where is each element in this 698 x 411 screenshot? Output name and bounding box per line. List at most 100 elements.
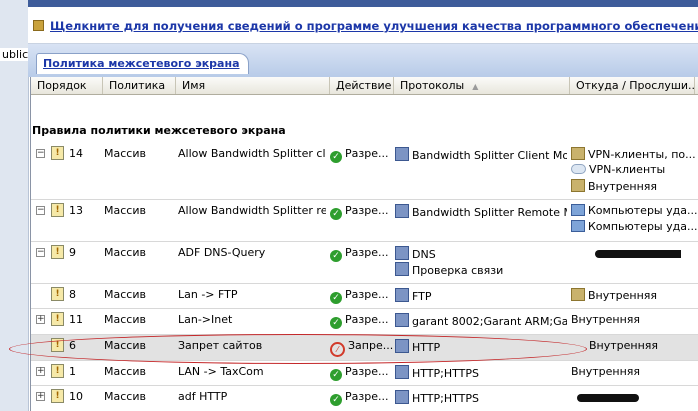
collapse-icon[interactable]: − [36, 149, 45, 158]
protocol-icon [395, 262, 409, 276]
row-name: LAN -> TaxCom [178, 365, 264, 378]
rule-icon: ! [51, 146, 64, 160]
table-row-selected[interactable]: ! 6 Массив Запрет сайтов ⁄ Запре... HTTP … [31, 335, 698, 361]
row-policy: Массив [104, 246, 146, 259]
row-protocols: HTTP;HTTPS [395, 365, 567, 380]
row-policy: Массив [104, 313, 146, 326]
ceip-info-link[interactable]: Щелкните для получения сведений о програ… [50, 19, 698, 33]
column-header-from[interactable]: Откуда / Прослуши... [570, 77, 695, 94]
info-icon [33, 20, 44, 31]
table-row[interactable]: + ! 1 Массив LAN -> TaxCom ✓ Разре... HTT… [31, 361, 698, 386]
protocol-icon [395, 390, 409, 404]
rule-icon: ! [51, 245, 64, 259]
row-protocols: FTP [395, 288, 567, 303]
row-protocols: HTTP;HTTPS [395, 390, 567, 405]
allow-icon: ✓ [330, 394, 342, 406]
tab-firewall-policy-label: Политика межсетевого экрана [43, 57, 240, 70]
row-action-label: Разре... [345, 365, 389, 378]
row-action-label: Разре... [345, 147, 389, 160]
group-title: Правила политики межсетевого экрана [32, 124, 286, 137]
row-protocols: garant 8002;Garant ARM;Gar... [395, 313, 567, 328]
rule-icon: ! [51, 338, 64, 352]
row-action: ✓ Разре... [330, 246, 388, 262]
row-protocol-label: DNS [412, 248, 436, 261]
column-header-protocols-label: Протоколы [400, 79, 465, 92]
row-action-label: Разре... [345, 313, 389, 326]
table-row[interactable]: + ! 11 Массив Lan->Inet ✓ Разре... garant… [31, 309, 698, 335]
tab-firewall-policy[interactable]: Политика межсетевого экрана [36, 53, 249, 74]
table-row[interactable]: ! 8 Массив Lan -> FTP ✓ Разре... FTP Внут… [31, 284, 698, 309]
row-protocols: Bandwidth Splitter Remote M... [395, 204, 567, 219]
row-protocol-label: HTTP [412, 341, 441, 354]
allow-icon: ✓ [330, 250, 342, 262]
network-icon [571, 179, 585, 192]
column-header-action[interactable]: Действие [330, 77, 394, 94]
table-row[interactable]: − ! 9 Массив ADF DNS-Query ✓ Разре... DNS… [31, 242, 698, 284]
rule-icon: ! [51, 389, 64, 403]
protocol-icon [395, 339, 409, 353]
row-protocols: DNS Проверка связи [395, 246, 567, 278]
row-order: 8 [69, 288, 76, 301]
grid-header: Порядок Политика Имя Действие Протоколы ▲… [31, 77, 698, 95]
row-name: Allow Bandwidth Splitter rem... [178, 204, 326, 217]
row-from-label: Внутренняя [588, 180, 658, 193]
protocol-icon [395, 313, 409, 327]
sort-ascending-icon: ▲ [472, 82, 479, 91]
row-protocols: Bandwidth Splitter Client Moni... [395, 147, 567, 162]
row-protocol-label: HTTP;HTTPS [412, 367, 479, 380]
protocol-icon [395, 204, 409, 218]
row-protocols: HTTP [395, 339, 567, 354]
row-action: ✓ Разре... [330, 204, 388, 220]
row-protocol-label: Bandwidth Splitter Client Moni... [412, 149, 567, 162]
collapse-icon[interactable]: − [36, 248, 45, 257]
row-from-redacted [571, 249, 681, 262]
remote-computers-icon [571, 204, 585, 216]
row-from: Компьютеры уда... Компьютеры уда... [571, 204, 698, 236]
allow-icon: ✓ [330, 317, 342, 329]
remote-computers-icon [571, 220, 585, 232]
row-action-label: Запре... [348, 339, 394, 352]
info-bar: Щелкните для получения сведений о програ… [28, 7, 698, 44]
vpn-clients-icon [571, 164, 586, 174]
row-from-label: Внутренняя [588, 289, 658, 302]
protocol-icon [395, 365, 409, 379]
row-action-label: Разре... [345, 246, 389, 259]
row-order: 10 [69, 390, 83, 403]
row-from: VPN-клиенты, по... VPN-клиенты Внутрення… [571, 147, 698, 195]
table-row[interactable]: + ! 10 Массив adf HTTP ✓ Разре... HTTP;HT… [31, 386, 698, 411]
row-name: ADF DNS-Query [178, 246, 266, 259]
column-header-order[interactable]: Порядок [31, 77, 103, 94]
expand-icon[interactable]: + [36, 315, 45, 324]
expand-icon[interactable]: + [36, 367, 45, 376]
row-action: ✓ Разре... [330, 390, 388, 406]
redacted-mark [595, 250, 681, 258]
table-row[interactable]: − ! 14 Массив Allow Bandwidth Splitter c… [31, 143, 698, 200]
row-policy: Массив [104, 204, 146, 217]
row-from: Внутренняя [571, 313, 641, 326]
row-policy: Массив [104, 147, 146, 160]
row-name: Lan -> FTP [178, 288, 238, 301]
row-name: Lan->Inet [178, 313, 233, 326]
row-protocol-label: garant 8002;Garant ARM;Gar... [412, 315, 567, 328]
row-action: ✓ Разре... [330, 365, 388, 381]
row-action: ✓ Разре... [330, 313, 388, 329]
row-policy: Массив [104, 339, 146, 352]
expand-icon[interactable]: + [36, 392, 45, 401]
protocol-icon [395, 288, 409, 302]
collapse-icon[interactable]: − [36, 206, 45, 215]
row-action-label: Разре... [345, 390, 389, 403]
network-icon [571, 147, 585, 160]
row-order: 13 [69, 204, 83, 217]
row-from-label: VPN-клиенты, по... [588, 148, 696, 161]
column-header-policy[interactable]: Политика [103, 77, 176, 94]
row-order: 9 [69, 246, 76, 259]
deny-icon: ⁄ [330, 342, 345, 357]
row-action: ⁄ Запре... [330, 339, 393, 357]
row-order: 11 [69, 313, 83, 326]
row-order: 1 [69, 365, 76, 378]
row-from-label: Компьютеры уда... [588, 220, 698, 233]
column-header-name[interactable]: Имя [176, 77, 330, 94]
row-action-label: Разре... [345, 288, 389, 301]
table-row[interactable]: − ! 13 Массив Allow Bandwidth Splitter r… [31, 200, 698, 242]
column-header-protocols[interactable]: Протоколы ▲ [394, 77, 570, 94]
